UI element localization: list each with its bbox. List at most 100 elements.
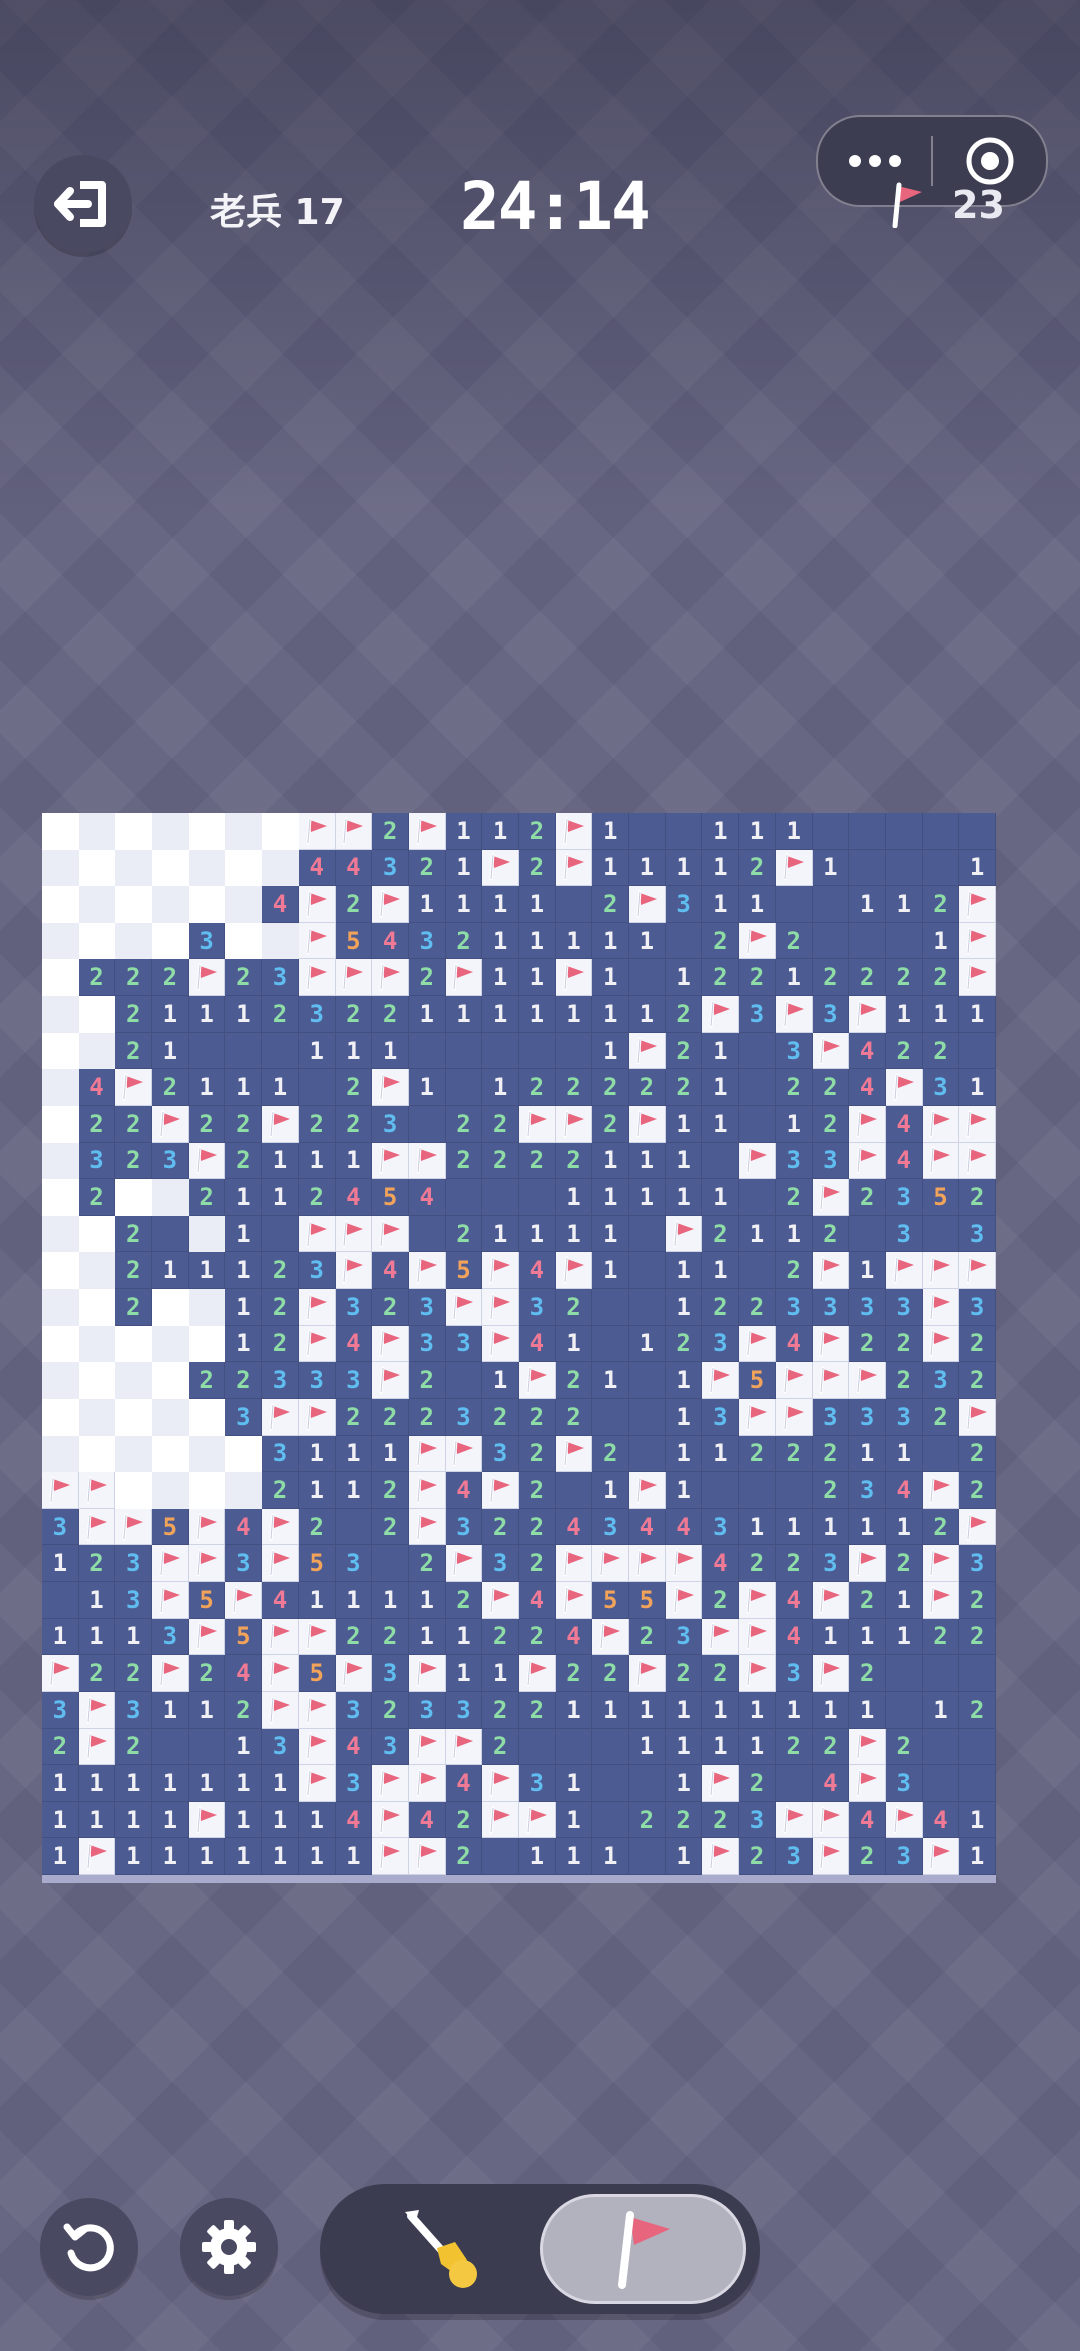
hidden-cell[interactable]	[42, 1105, 79, 1143]
dig-mode-button[interactable]	[342, 2194, 542, 2304]
empty-cell[interactable]	[188, 1728, 226, 1766]
number-cell[interactable]: 1	[42, 1801, 79, 1839]
number-cell[interactable]: 2	[115, 1655, 153, 1692]
empty-cell[interactable]	[885, 813, 923, 850]
empty-cell[interactable]	[592, 1289, 630, 1326]
number-cell[interactable]: 2	[922, 1508, 960, 1546]
hidden-cell[interactable]	[115, 813, 153, 850]
number-cell[interactable]: 2	[665, 1069, 703, 1106]
empty-cell[interactable]	[482, 1838, 519, 1875]
number-cell[interactable]: 3	[78, 1142, 116, 1180]
number-cell[interactable]: 4	[225, 1508, 263, 1546]
number-cell[interactable]: 2	[665, 1801, 703, 1839]
number-cell[interactable]: 1	[739, 1508, 776, 1546]
number-cell[interactable]: 1	[629, 1728, 666, 1766]
number-cell[interactable]: 1	[775, 1215, 813, 1253]
number-cell[interactable]: 3	[665, 886, 703, 923]
number-cell[interactable]: 1	[739, 886, 776, 923]
flagged-cell[interactable]	[262, 1508, 299, 1546]
number-cell[interactable]: 1	[152, 1765, 189, 1802]
number-cell[interactable]: 1	[922, 1691, 960, 1729]
empty-cell[interactable]	[849, 1215, 886, 1253]
flagged-cell[interactable]	[922, 1252, 960, 1290]
hidden-cell[interactable]	[152, 1289, 189, 1326]
number-cell[interactable]: 4	[408, 1179, 446, 1216]
number-cell[interactable]: 4	[335, 1179, 373, 1216]
flagged-cell[interactable]	[959, 922, 996, 960]
number-cell[interactable]: 1	[629, 849, 666, 887]
number-cell[interactable]: 2	[739, 1435, 776, 1473]
number-cell[interactable]: 1	[592, 1179, 630, 1216]
number-cell[interactable]: 2	[775, 1179, 813, 1216]
flagged-cell[interactable]	[262, 1545, 299, 1583]
flagged-cell[interactable]	[78, 1838, 116, 1875]
number-cell[interactable]: 4	[849, 1032, 886, 1070]
hidden-cell[interactable]	[78, 922, 116, 960]
number-cell[interactable]: 2	[555, 1289, 593, 1326]
empty-cell[interactable]	[702, 1472, 740, 1509]
empty-cell[interactable]	[959, 813, 996, 850]
empty-cell[interactable]	[445, 1069, 483, 1106]
number-cell[interactable]: 2	[665, 1325, 703, 1363]
number-cell[interactable]: 2	[959, 1582, 996, 1619]
hidden-cell[interactable]	[42, 1362, 79, 1399]
number-cell[interactable]: 1	[555, 1691, 593, 1729]
flagged-cell[interactable]	[445, 1545, 483, 1583]
flagged-cell[interactable]	[775, 996, 813, 1033]
number-cell[interactable]: 3	[445, 1398, 483, 1436]
hidden-cell[interactable]	[115, 1472, 153, 1509]
number-cell[interactable]: 1	[592, 813, 630, 850]
flagged-cell[interactable]	[408, 1142, 446, 1180]
hidden-cell[interactable]	[42, 1289, 79, 1326]
empty-cell[interactable]	[188, 1032, 226, 1070]
number-cell[interactable]: 3	[702, 1398, 740, 1436]
flagged-cell[interactable]	[555, 1545, 593, 1583]
hidden-cell[interactable]	[188, 1435, 226, 1473]
empty-cell[interactable]	[775, 1472, 813, 1509]
hidden-cell[interactable]	[225, 1472, 263, 1509]
empty-cell[interactable]	[812, 922, 850, 960]
flagged-cell[interactable]	[298, 1765, 336, 1802]
number-cell[interactable]: 1	[555, 1325, 593, 1363]
hidden-cell[interactable]	[115, 1362, 153, 1399]
number-cell[interactable]: 1	[152, 996, 189, 1033]
flagged-cell[interactable]	[812, 1582, 850, 1619]
number-cell[interactable]: 1	[702, 1105, 740, 1143]
number-cell[interactable]: 3	[298, 1252, 336, 1290]
empty-cell[interactable]	[262, 1032, 299, 1070]
flagged-cell[interactable]	[152, 1545, 189, 1583]
number-cell[interactable]: 1	[482, 996, 519, 1033]
number-cell[interactable]: 1	[152, 1032, 189, 1070]
number-cell[interactable]: 1	[225, 1728, 263, 1766]
number-cell[interactable]: 1	[225, 1325, 263, 1363]
flagged-cell[interactable]	[482, 1289, 519, 1326]
number-cell[interactable]: 1	[555, 1801, 593, 1839]
number-cell[interactable]: 4	[922, 1801, 960, 1839]
number-cell[interactable]: 3	[262, 1728, 299, 1766]
flagged-cell[interactable]	[812, 1179, 850, 1216]
number-cell[interactable]: 1	[519, 886, 556, 923]
number-cell[interactable]: 1	[262, 1801, 299, 1839]
hidden-cell[interactable]	[42, 996, 79, 1033]
hidden-cell[interactable]	[42, 922, 79, 960]
number-cell[interactable]: 3	[408, 1289, 446, 1326]
flagged-cell[interactable]	[959, 1105, 996, 1143]
number-cell[interactable]: 2	[885, 1325, 923, 1363]
number-cell[interactable]: 3	[262, 1362, 299, 1399]
number-cell[interactable]: 1	[225, 1215, 263, 1253]
hidden-cell[interactable]	[115, 1398, 153, 1436]
number-cell[interactable]: 2	[262, 1472, 299, 1509]
flagged-cell[interactable]	[298, 1398, 336, 1436]
number-cell[interactable]: 1	[592, 1252, 630, 1290]
number-cell[interactable]: 2	[482, 1508, 519, 1546]
number-cell[interactable]: 1	[849, 1435, 886, 1473]
flagged-cell[interactable]	[262, 1691, 299, 1729]
number-cell[interactable]: 2	[922, 959, 960, 997]
empty-cell[interactable]	[629, 1215, 666, 1253]
flagged-cell[interactable]	[372, 1142, 409, 1180]
flagged-cell[interactable]	[335, 959, 373, 997]
number-cell[interactable]: 2	[482, 1691, 519, 1729]
empty-cell[interactable]	[629, 1398, 666, 1436]
hidden-cell[interactable]	[152, 1435, 189, 1473]
hidden-cell[interactable]	[78, 813, 116, 850]
